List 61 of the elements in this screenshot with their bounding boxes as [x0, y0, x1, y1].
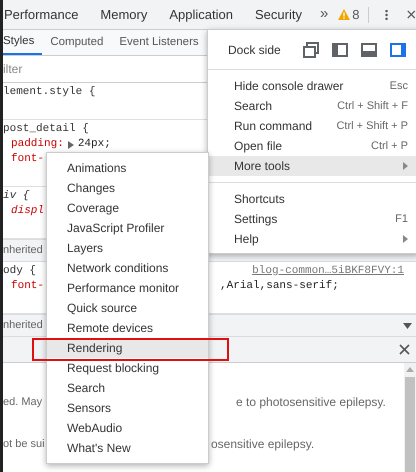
warning-count[interactable]: 8	[352, 4, 360, 24]
css-selector: iv {	[3, 189, 30, 204]
menu-item[interactable]: Request blocking	[47, 358, 208, 378]
menu-item[interactable]: Settings F1	[208, 209, 416, 229]
scrollbar[interactable]	[404, 363, 416, 472]
filter-field[interactable]: ilter	[3, 60, 193, 78]
sub-tab[interactable]: Event Listeners	[111, 30, 207, 55]
css-property: padding:	[11, 137, 64, 152]
menu-item[interactable]: More tools	[208, 156, 416, 176]
panel-tab[interactable]: Memory	[100, 4, 148, 24]
section-label: nherited	[3, 243, 43, 258]
dock-icon[interactable]	[390, 42, 406, 58]
panel-tab[interactable]: Security	[254, 4, 302, 24]
menu-item[interactable]: What's New	[47, 438, 208, 458]
css-value: ,Arial,sans-serif;	[220, 279, 339, 294]
css-property: font-	[11, 152, 44, 167]
menu-item[interactable]: Run command Ctrl + Shift + P	[208, 116, 416, 136]
section-label: nherited	[3, 318, 43, 334]
menu-label: Dock side	[228, 42, 282, 58]
dock-icon[interactable]	[361, 42, 377, 58]
close-icon[interactable]	[407, 9, 416, 20]
menu-item[interactable]: Help	[208, 229, 416, 249]
menu-item[interactable]: Search	[47, 378, 208, 398]
css-selector: post_detail {	[3, 122, 89, 137]
menu-item[interactable]: Performance monitor	[47, 278, 208, 298]
more-tabs-button[interactable]: »	[320, 3, 328, 26]
menu-item[interactable]: Changes	[47, 178, 208, 198]
css-selector: ody {	[3, 264, 36, 279]
drawer-text: ed. May	[3, 394, 42, 410]
sub-tab[interactable]: Styles	[3, 30, 42, 55]
source-link[interactable]: blog-common…5iBKF8FVY:1	[252, 264, 404, 279]
dock-icon[interactable]	[332, 42, 348, 58]
drawer-text: e to photosensitive epilepsy.	[236, 394, 387, 411]
sub-tab[interactable]: Computed	[42, 30, 112, 55]
css-value: 24px;	[78, 137, 111, 152]
menu-item[interactable]: Sensors	[47, 398, 208, 418]
css-selector: lement.style {	[3, 85, 96, 100]
panel-tab[interactable]: Performance	[4, 4, 78, 24]
menu-item[interactable]: Network conditions	[47, 258, 208, 278]
css-property: font-	[11, 279, 44, 294]
dropdown-icon[interactable]	[403, 322, 412, 328]
menu-item[interactable]: Shortcuts	[208, 189, 416, 209]
more-options-icon[interactable]	[385, 8, 388, 22]
menu-item[interactable]: Search Ctrl + Shift + F	[208, 96, 416, 116]
dock-icon[interactable]	[303, 42, 319, 58]
expand-icon[interactable]	[68, 140, 74, 148]
drawer-text: osensitive epilepsy.	[211, 436, 316, 453]
menu-item[interactable]: Remote devices	[47, 318, 208, 338]
css-property: displ	[11, 204, 44, 219]
menu-item[interactable]: Rendering	[47, 338, 208, 358]
menu-item[interactable]: Animations	[47, 158, 208, 178]
menu-item[interactable]: Open file Ctrl + P	[208, 136, 416, 156]
menu-item[interactable]: Coverage	[47, 198, 208, 218]
menu-item[interactable]: Layers	[47, 238, 208, 258]
panel-tab[interactable]: Application	[169, 4, 233, 24]
close-icon[interactable]	[399, 344, 410, 355]
menu-item[interactable]: WebAudio	[47, 418, 208, 438]
menu-item[interactable]: JavaScript Profiler	[47, 218, 208, 238]
drawer-text: ot be sui	[3, 436, 45, 452]
menu-item[interactable]: Hide console drawer Esc	[208, 76, 416, 96]
menu-item[interactable]: Quick source	[47, 298, 208, 318]
